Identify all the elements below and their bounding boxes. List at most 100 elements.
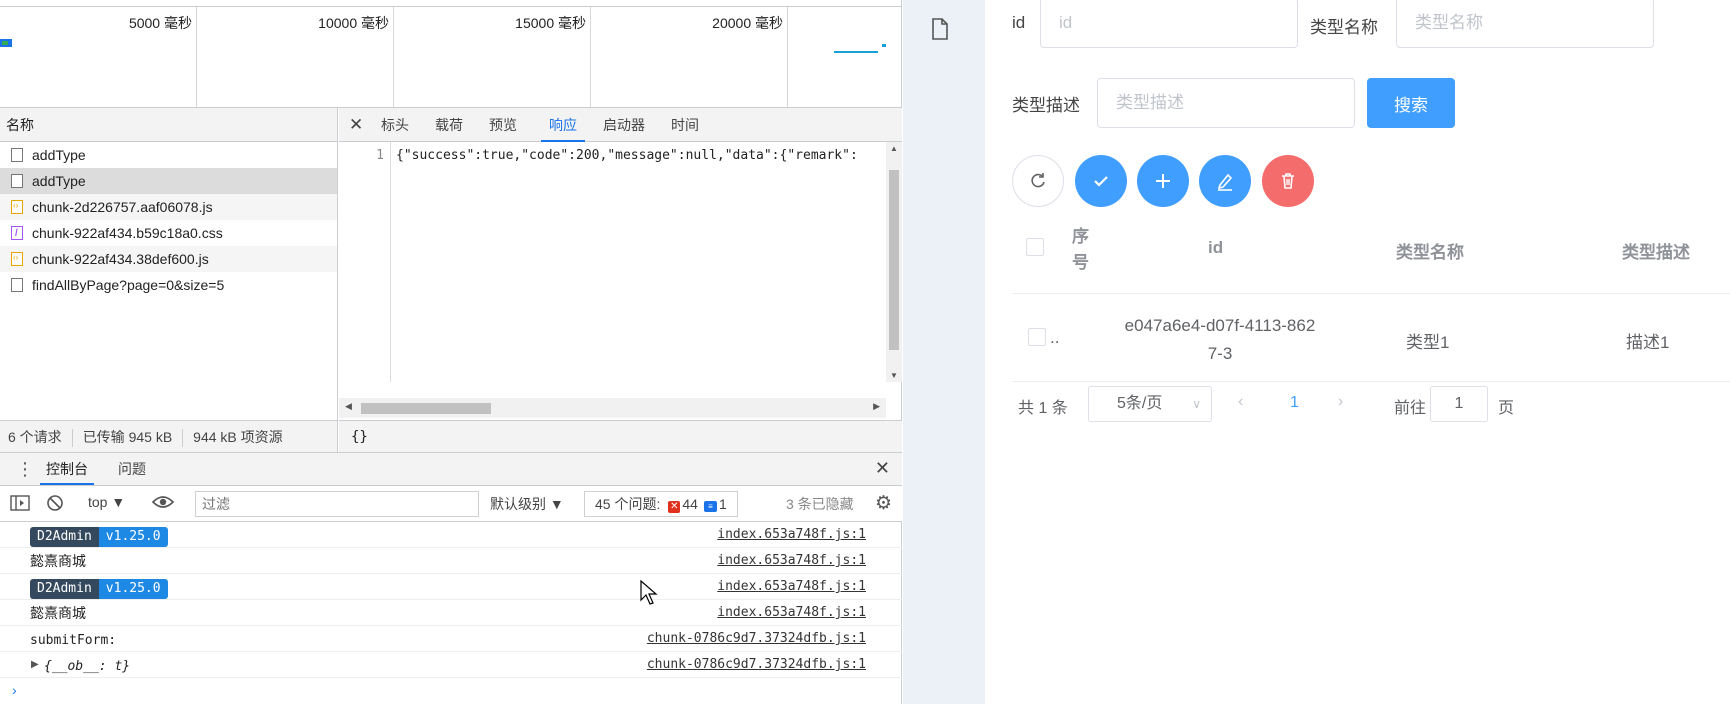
confirm-button[interactable] [1075, 155, 1127, 207]
close-icon[interactable]: ✕ [875, 458, 890, 479]
request-row[interactable]: addType [0, 168, 337, 194]
type-desc-input[interactable] [1097, 78, 1355, 128]
sidebar-toggle-icon[interactable] [10, 494, 30, 516]
log-source-link[interactable]: index.653a748f.js:1 [717, 522, 866, 548]
console-message: submitForm: chunk-0786c9d7.37324dfb.js:1 [0, 626, 902, 652]
pagination: 共 1 条 5条/页 ∨ ‹ 1 › 前往 页 [1012, 384, 1730, 424]
timeline-label: 15000 毫秒 [515, 15, 586, 31]
eye-icon[interactable] [151, 494, 175, 514]
transferred-size: 已传输 945 kB [82, 429, 173, 445]
table-row[interactable]: .. e047a6e4-d07f-4113-862 7-3 类型1 描述1 [1012, 294, 1730, 382]
id-input[interactable] [1040, 0, 1298, 48]
request-row[interactable]: findAllByPage?page=0&size=5 [0, 272, 337, 298]
log-source-link[interactable]: index.653a748f.js:1 [717, 574, 866, 600]
timeline-bar [834, 51, 878, 53]
page-size-value: 5条/页 [1117, 395, 1163, 412]
clear-console-icon[interactable] [46, 494, 64, 516]
page-size-select[interactable]: 5条/页 ∨ [1088, 386, 1212, 422]
network-overview-timeline[interactable]: 5000 毫秒 10000 毫秒 15000 毫秒 20000 毫秒 [0, 6, 902, 108]
type-desc-label: 类型描述 [1012, 96, 1080, 115]
log-source-link[interactable]: chunk-0786c9d7.37324dfb.js:1 [647, 626, 866, 652]
type-name-input[interactable] [1396, 0, 1654, 48]
row-checkbox[interactable] [1028, 328, 1046, 346]
request-row[interactable]: addType [0, 142, 337, 168]
request-list-header[interactable]: 名称 [0, 108, 337, 142]
tab-headers[interactable]: 标头 [381, 108, 409, 142]
hidden-messages-count: 3 条已隐藏 [786, 496, 854, 512]
close-icon[interactable]: ✕ [349, 115, 363, 135]
document-icon [11, 174, 23, 188]
log-source-link[interactable]: index.653a748f.js:1 [717, 600, 866, 626]
expand-triangle-icon[interactable]: ▶ [31, 652, 39, 678]
goto-label: 前往 [1394, 400, 1427, 417]
request-list: 名称 addType addType chunk-2d226757.aaf060… [0, 108, 338, 452]
timeline-column: 10000 毫秒 [197, 7, 394, 107]
mouse-cursor-icon [640, 580, 658, 605]
vertical-scrollbar[interactable]: ▲ ▼ [886, 142, 902, 382]
pretty-print-button[interactable]: {} [339, 420, 902, 452]
horizontal-scrollbar[interactable]: ◀ ▶ [339, 398, 886, 418]
response-tab-bar: ✕ 标头 载荷 预览 响应 启动器 时间 [339, 108, 902, 142]
column-header-index[interactable]: 序号 [1072, 224, 1092, 276]
timeline-label: 20000 毫秒 [712, 15, 783, 31]
document-icon[interactable] [931, 18, 949, 40]
error-count: 44 [682, 496, 698, 512]
response-body[interactable]: 1 {"success":true,"code":200,"message":n… [339, 142, 902, 418]
log-object[interactable]: {__ob__: t} [44, 659, 130, 674]
context-value: top [88, 494, 108, 510]
tab-console[interactable]: 控制台 [40, 453, 94, 485]
log-source-link[interactable]: index.653a748f.js:1 [717, 548, 866, 574]
tab-preview[interactable]: 预览 [489, 108, 517, 142]
console-message[interactable]: ▶ {__ob__: t} chunk-0786c9d7.37324dfb.js… [0, 652, 902, 678]
tab-response[interactable]: 响应 [541, 108, 585, 142]
request-row[interactable]: chunk-922af434.b59c18a0.css [0, 220, 337, 247]
network-summary-bar: 6 个请求 已传输 945 kB 944 kB 项资源 [0, 420, 337, 452]
delete-button[interactable] [1262, 155, 1314, 207]
tab-issues[interactable]: 问题 [118, 453, 146, 485]
refresh-button[interactable] [1012, 155, 1064, 207]
context-selector[interactable]: top ▼ [88, 494, 125, 510]
current-page-number[interactable]: 1 [1290, 394, 1299, 412]
request-row[interactable]: chunk-2d226757.aaf06078.js [0, 193, 337, 220]
scroll-up-icon[interactable]: ▲ [890, 144, 898, 153]
scroll-thumb[interactable] [889, 170, 899, 350]
log-tag: D2Admin [30, 579, 99, 599]
goto-page-input[interactable] [1430, 386, 1488, 422]
console-message: D2Admin v1.25.0 index.653a748f.js:1 [0, 522, 902, 548]
script-file-icon [11, 193, 23, 219]
timeline-label: 10000 毫秒 [318, 15, 389, 31]
more-options-icon[interactable]: ⋮ [16, 459, 34, 480]
console-filter-input[interactable] [195, 491, 479, 517]
add-button[interactable] [1137, 155, 1189, 207]
column-header-id[interactable]: id [1208, 238, 1223, 258]
scroll-down-icon[interactable]: ▼ [890, 371, 898, 380]
plus-icon [1156, 174, 1170, 188]
column-header-name[interactable]: 类型名称 [1396, 238, 1464, 263]
tab-payload[interactable]: 载荷 [435, 108, 463, 142]
request-row[interactable]: chunk-922af434.38def600.js [0, 245, 337, 272]
log-level-selector[interactable]: 默认级别 ▼ [490, 494, 564, 514]
console-message: D2Admin v1.25.0 index.653a748f.js:1 [0, 574, 902, 600]
scroll-thumb[interactable] [361, 403, 491, 414]
column-header-desc[interactable]: 类型描述 [1622, 238, 1690, 263]
info-message-icon: ≡ [703, 501, 717, 512]
issues-counter[interactable]: 45 个问题: ✕ 44 ≡ 1 [584, 491, 738, 517]
search-button[interactable]: 搜索 [1367, 78, 1455, 128]
log-source-link[interactable]: chunk-0786c9d7.37324dfb.js:1 [647, 652, 866, 678]
tab-timing[interactable]: 时间 [671, 108, 699, 142]
request-name: chunk-922af434.38def600.js [32, 251, 209, 267]
select-all-checkbox[interactable] [1026, 238, 1044, 256]
refresh-icon [1031, 173, 1045, 188]
next-page-icon[interactable]: › [1338, 393, 1343, 411]
console-prompt-icon[interactable]: › [12, 682, 17, 698]
gear-icon[interactable]: ⚙ [875, 492, 892, 515]
prev-page-icon[interactable]: ‹ [1238, 393, 1243, 411]
request-name: addType [32, 173, 86, 189]
scroll-right-icon[interactable]: ▶ [873, 401, 880, 412]
script-file-icon [11, 245, 23, 271]
scroll-left-icon[interactable]: ◀ [345, 401, 352, 412]
tab-initiator[interactable]: 启动器 [603, 108, 645, 142]
timeline-column: 20000 毫秒 [591, 7, 788, 107]
console-messages: D2Admin v1.25.0 index.653a748f.js:1 懿熹商城 … [0, 522, 902, 704]
edit-button[interactable] [1199, 155, 1251, 207]
